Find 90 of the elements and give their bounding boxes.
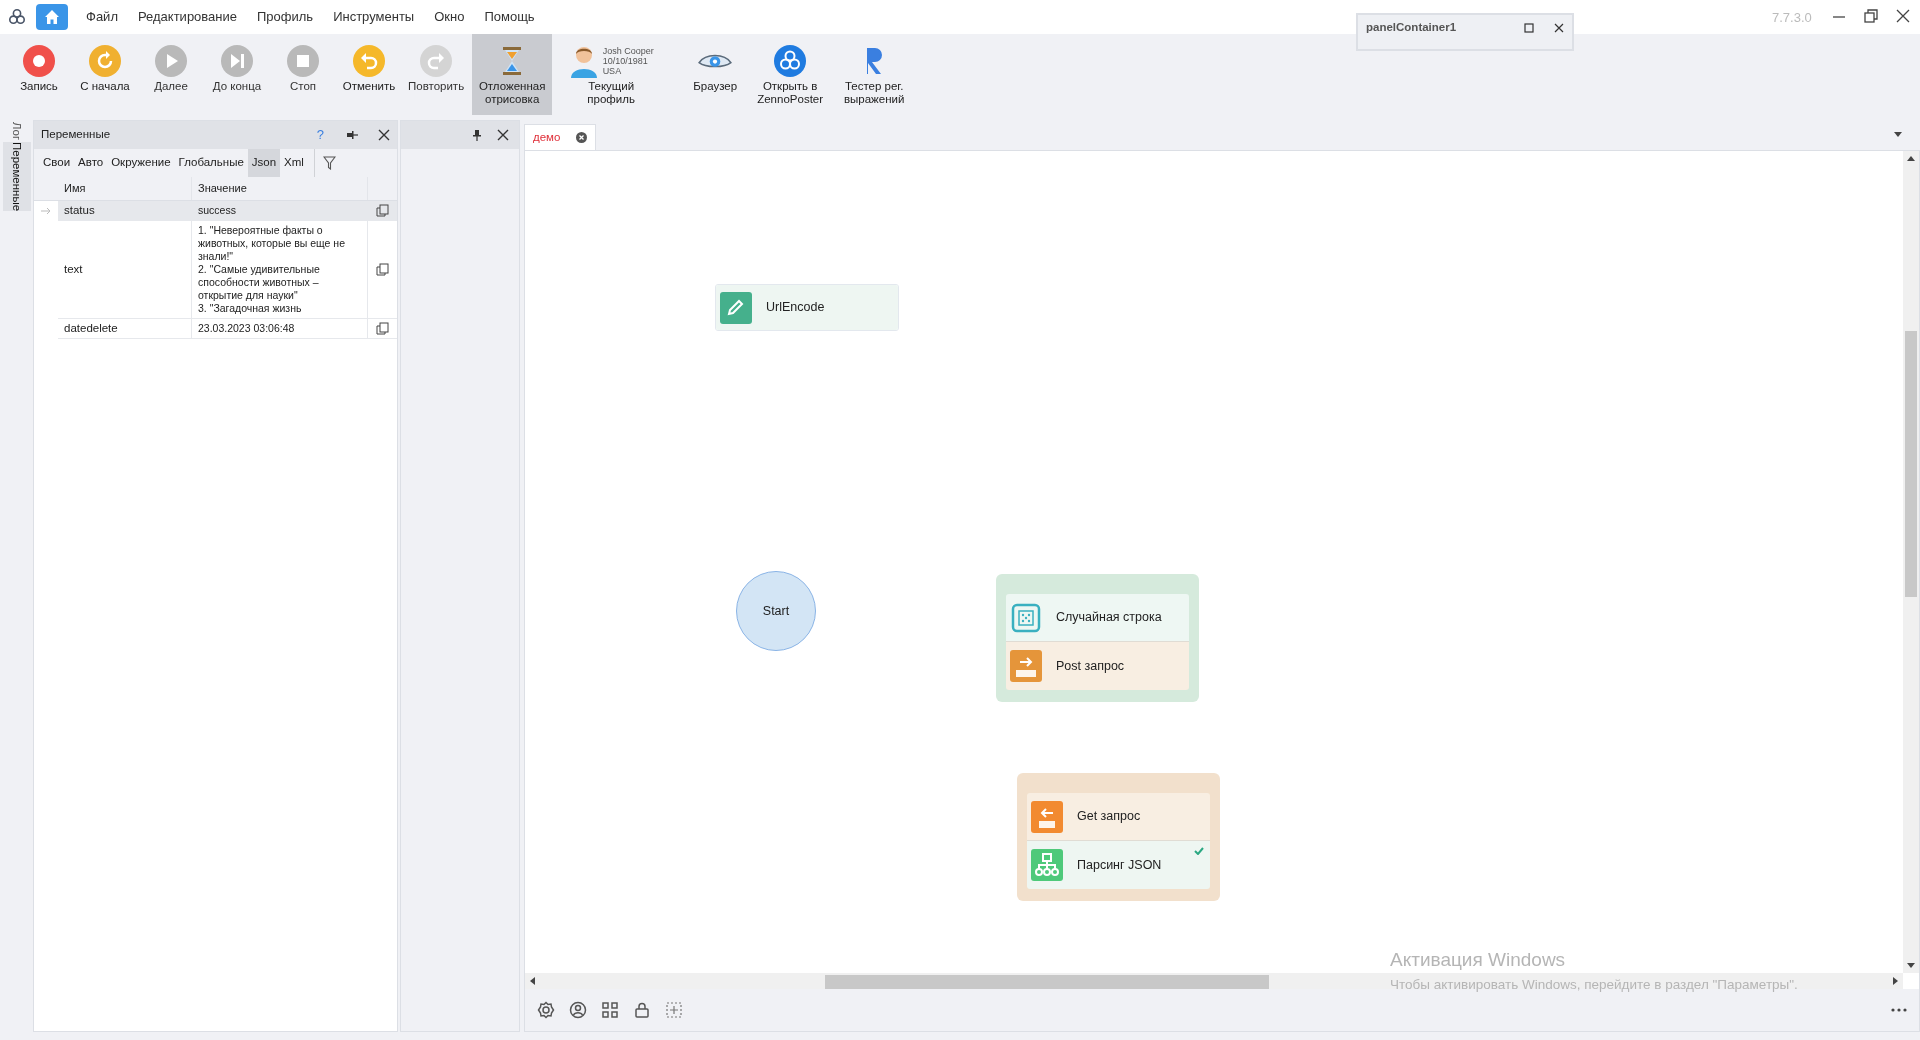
vertical-scrollbar[interactable] [1903,151,1919,973]
scroll-up-icon[interactable] [1907,155,1915,161]
panel-tab[interactable]: Окружение [107,149,175,177]
panel-title: Переменные [41,127,112,143]
filter-icon[interactable] [322,156,336,170]
close-icon[interactable] [1554,23,1564,33]
pin-icon[interactable] [346,129,358,141]
column-header[interactable]: Имя [58,177,192,200]
table-cell: status [58,201,192,220]
toolbar-button[interactable]: С начала [74,34,136,115]
scroll-thumb[interactable] [825,975,1269,989]
settings-icon[interactable] [537,1001,555,1019]
version-label: 7.7.3.0 [1772,9,1812,27]
undo-icon [352,44,386,78]
action-block[interactable]: Парсинг JSON [1027,841,1210,889]
panel-tab[interactable]: Свои [39,149,75,177]
stop-icon [286,44,320,78]
scroll-left-icon[interactable] [529,977,535,985]
home-button[interactable] [36,4,68,30]
menu-item[interactable]: Файл [76,7,128,27]
action-block[interactable]: UrlEncode [716,285,898,330]
toolbar-button[interactable]: Браузер [684,34,747,115]
redo-icon [419,44,454,78]
activation-title: Активация Windows [1390,948,1567,972]
panel-tab[interactable]: Xml [280,149,308,177]
toolbar-button[interactable]: Запись [8,34,70,115]
toolbar-button[interactable]: Тестер рег. выражений [834,34,915,115]
pencil-icon [720,291,752,324]
menu-item[interactable]: Профиль [247,7,324,27]
copy-icon[interactable] [376,263,389,276]
block-group[interactable]: Get запрос Парсинг JSON [1017,773,1220,901]
activation-text: Чтобы активировать Windows, перейдите в раздел "Параметры". [1390,975,1798,994]
app-logo-icon[interactable] [8,8,26,26]
toolbar-button[interactable]: Открыть в ZennoPoster [750,34,831,115]
scroll-thumb[interactable] [1905,331,1917,597]
regex-r-icon [864,46,885,76]
action-block[interactable]: Случайная строка [1006,594,1189,642]
maximize-icon[interactable] [1524,23,1534,33]
dice-icon [1010,601,1042,634]
restart-icon [88,44,122,78]
hierarchy-icon [1031,849,1063,881]
action-block[interactable]: Post запрос [1006,642,1189,690]
close-icon[interactable] [576,132,588,143]
table-cell: text [58,221,192,318]
pin-icon[interactable] [471,129,483,141]
lock-icon[interactable] [633,1001,651,1019]
start-node[interactable]: Start [736,571,816,651]
action-block[interactable]: Get запрос [1027,793,1210,841]
play-icon [154,44,188,78]
menu-item[interactable]: Окно [424,7,475,27]
panel-tab[interactable]: Авто [74,149,108,177]
toolbar-button[interactable]: Отложенная отрисовка [472,34,553,115]
home-icon [44,9,60,25]
close-icon[interactable] [1896,9,1910,23]
close-icon[interactable] [378,129,390,141]
side-tab[interactable]: Лог [2,122,31,141]
panel-tab[interactable]: Глобальные [174,149,248,177]
copy-icon[interactable] [376,322,389,335]
record-icon [22,44,56,78]
block-group[interactable]: Случайная строка Post запрос [996,574,1199,702]
document-tab[interactable]: демо [524,124,597,150]
scroll-right-icon[interactable] [1893,977,1899,985]
eye-icon [698,52,733,70]
grid-icon[interactable] [601,1001,619,1019]
menu-item[interactable]: Редактирование [127,7,247,27]
toolbar-button[interactable]: Отменить [338,34,400,115]
profile-detail: Josh Cooper [602,46,654,56]
table-cell: 1. "Невероятные факты о животных, которые вы еще не знали!" 2. "Самые удивительные способности животных – открытие для науки" 3. "Загадочная жизнь [192,221,368,318]
user-icon[interactable] [569,1001,587,1019]
more-icon[interactable] [1891,1008,1907,1012]
restore-icon[interactable] [1864,9,1878,23]
person-icon [568,44,599,78]
menu-item[interactable]: Инструменты [323,7,425,27]
close-icon[interactable] [497,129,509,141]
profile-detail: USA [602,66,623,76]
toolbar-button[interactable]: Josh Cooper 10/10/1981 USA Текущий профиль [556,34,667,115]
panel-tab[interactable]: Json [247,149,281,177]
panel-title: panelContainer1 [1366,20,1457,36]
column-header[interactable]: Значение [192,177,368,200]
skip-end-icon [220,44,254,78]
trefoil-logo-icon [773,44,808,78]
profile-detail: 10/10/1981 [602,56,649,66]
table-cell: success [192,201,368,220]
copy-icon[interactable] [376,204,389,217]
side-tab[interactable]: Переменные [2,142,31,212]
menu-item[interactable]: Помощь [474,7,545,27]
scroll-down-icon[interactable] [1907,963,1915,969]
table-cell: datedelete [58,319,192,338]
table-cell: 23.03.2023 03:06:48 [192,319,368,338]
dropdown-caret-icon[interactable] [1894,132,1902,138]
